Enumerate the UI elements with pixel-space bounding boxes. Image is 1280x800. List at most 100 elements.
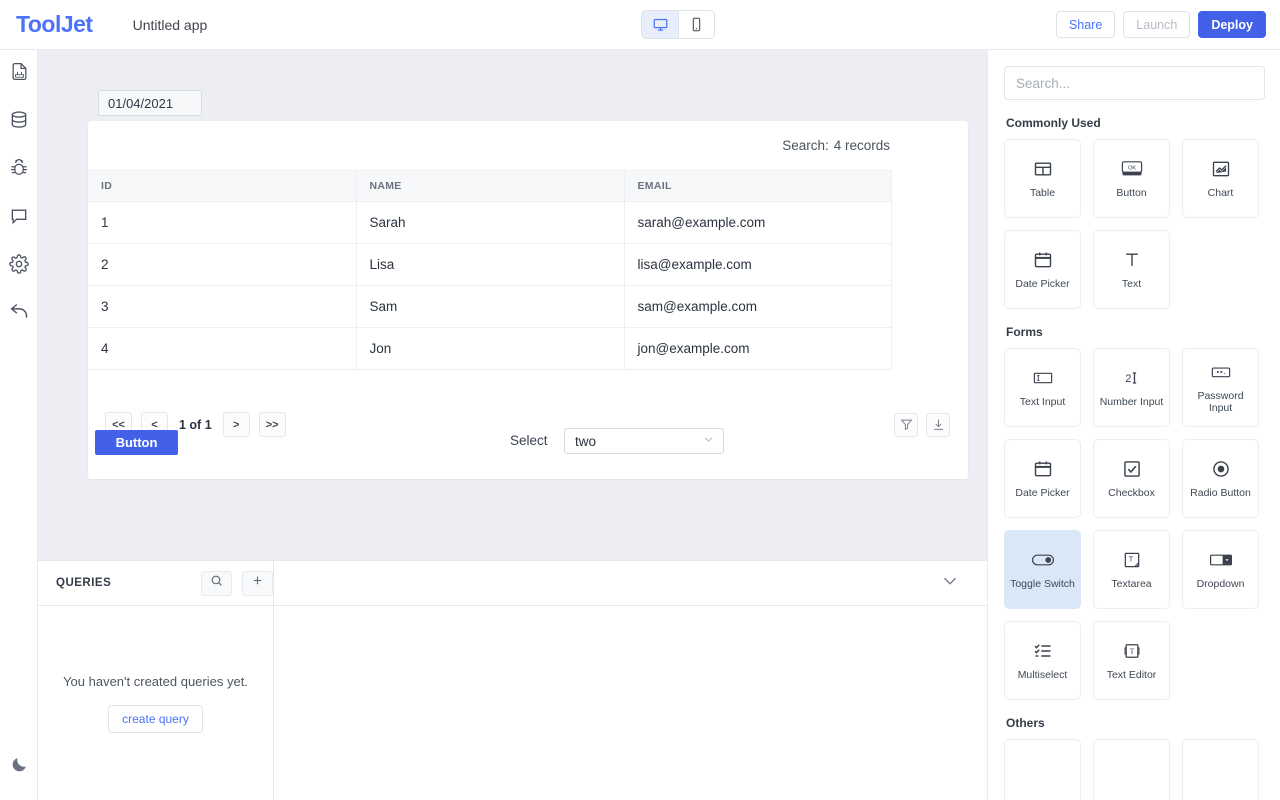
widget-tile-radio-button[interactable]: Radio Button: [1182, 439, 1259, 518]
tooljet-logo: ToolJet: [16, 11, 93, 38]
cell-email: jon@example.com: [624, 328, 891, 370]
table-search-label: Search:: [782, 138, 829, 153]
widget-search-input[interactable]: [1004, 66, 1265, 100]
query-empty-message: You haven't created queries yet.: [63, 674, 248, 689]
widget-tile-label: Text Input: [1020, 396, 1066, 408]
button-widget[interactable]: Button: [95, 430, 178, 455]
sidebar-item-comments[interactable]: [0, 194, 38, 242]
bug-icon: [9, 158, 29, 183]
app-canvas[interactable]: 01/04/2021 Search: 4 records ID NAME EMA…: [38, 50, 987, 560]
app-name-label[interactable]: Untitled app: [133, 17, 208, 33]
pagination-last-button[interactable]: >>: [259, 412, 286, 437]
chevron-down-icon: [702, 433, 715, 449]
sidebar-item-debugger[interactable]: [0, 146, 38, 194]
top-bar: ToolJet Untitled app Share Launch Deploy: [0, 0, 1280, 50]
column-header-id[interactable]: ID: [88, 171, 356, 202]
widget-tile-table[interactable]: Table: [1004, 139, 1081, 218]
widget-tile-date-picker[interactable]: Date Picker: [1004, 230, 1081, 309]
cell-name: Sarah: [356, 202, 624, 244]
widget-tile-label: Text Editor: [1107, 669, 1157, 681]
widget-tile-multiselect[interactable]: Multiselect: [1004, 621, 1081, 700]
top-actions: Share Launch Deploy: [1056, 11, 1266, 38]
comment-icon: [9, 206, 29, 231]
calendar-icon: [1033, 458, 1053, 480]
widget-tile[interactable]: [1004, 739, 1081, 800]
password-input-icon: [1210, 361, 1232, 383]
create-query-button[interactable]: create query: [108, 705, 203, 733]
sidebar-item-settings[interactable]: [0, 242, 38, 290]
text-input-icon: [1032, 367, 1054, 389]
widget-tile-text-editor[interactable]: T Text Editor: [1093, 621, 1170, 700]
desktop-icon[interactable]: [642, 11, 678, 38]
launch-button[interactable]: Launch: [1123, 11, 1190, 38]
undo-arrow-icon: [9, 301, 30, 327]
table-widget[interactable]: Search: 4 records ID NAME EMAIL 1Sarahsa…: [88, 121, 968, 479]
json-file-icon: [10, 62, 29, 86]
add-query-button[interactable]: [242, 571, 273, 596]
widget-tile-text-input[interactable]: Text Input: [1004, 348, 1081, 427]
sidebar-item-datasources[interactable]: [0, 98, 38, 146]
chart-icon: [1211, 158, 1231, 180]
widget-tile-dropdown[interactable]: Dropdown: [1182, 530, 1259, 609]
text-editor-icon: T: [1122, 640, 1142, 662]
widget-tile[interactable]: [1182, 739, 1259, 800]
query-panel: QUERIES: [38, 560, 987, 800]
widget-tile-chart[interactable]: Chart: [1182, 139, 1259, 218]
sidebar-item-undo[interactable]: [0, 290, 38, 338]
query-panel-header: QUERIES: [38, 561, 987, 606]
table-row[interactable]: 4Jonjon@example.com: [88, 328, 891, 370]
ok-button-icon: OK: [1120, 158, 1144, 180]
widget-tile-label: Table: [1030, 187, 1055, 199]
widget-section-title: Commonly Used: [1006, 116, 1264, 130]
sidebar-item-inspector[interactable]: [0, 50, 38, 98]
widget-tile-label: Chart: [1208, 187, 1234, 199]
pagination-page-label: 1 of 1: [179, 418, 212, 432]
cell-name: Jon: [356, 328, 624, 370]
query-panel-header-left: QUERIES: [38, 561, 274, 606]
toggle-switch-icon: [1031, 549, 1055, 571]
widget-tile-button[interactable]: OK Button: [1093, 139, 1170, 218]
deploy-button[interactable]: Deploy: [1198, 11, 1266, 38]
query-search-button[interactable]: [201, 571, 232, 596]
widget-tile-text[interactable]: Text: [1093, 230, 1170, 309]
table-header-row: ID NAME EMAIL: [88, 171, 891, 202]
widget-tile-label: Checkbox: [1108, 487, 1155, 499]
widget-grid: Text Input 2Number InputPassword Input Dat…: [1004, 348, 1264, 700]
widget-panel: Commonly Used Table OK Button Chart Date Pick…: [987, 50, 1280, 800]
mobile-icon[interactable]: [678, 11, 714, 38]
widget-tile-password-input[interactable]: Password Input: [1182, 348, 1259, 427]
table-row[interactable]: 1Sarahsarah@example.com: [88, 202, 891, 244]
textarea-icon: T: [1122, 549, 1142, 571]
table-icon: [1033, 158, 1053, 180]
column-header-name[interactable]: NAME: [356, 171, 624, 202]
dark-mode-toggle[interactable]: [0, 748, 38, 786]
cell-email: sarah@example.com: [624, 202, 891, 244]
filter-funnel-icon[interactable]: [894, 413, 918, 437]
checkbox-icon: [1122, 458, 1142, 480]
widget-tile-toggle-switch[interactable]: Toggle Switch: [1004, 530, 1081, 609]
widget-tile-label: Dropdown: [1197, 578, 1245, 590]
table-row[interactable]: 2Lisalisa@example.com: [88, 244, 891, 286]
date-picker-widget[interactable]: 01/04/2021: [98, 90, 202, 116]
table-row[interactable]: 3Samsam@example.com: [88, 286, 891, 328]
query-editor-area[interactable]: [274, 606, 987, 800]
query-panel-collapse-button[interactable]: [939, 570, 961, 597]
share-button[interactable]: Share: [1056, 11, 1115, 38]
widget-tile-date-picker[interactable]: Date Picker: [1004, 439, 1081, 518]
svg-text:2: 2: [1125, 373, 1131, 385]
widget-tile-number-input[interactable]: 2Number Input: [1093, 348, 1170, 427]
widget-tile-label: Button: [1116, 187, 1146, 199]
widget-tile-label: Radio Button: [1190, 487, 1251, 499]
table-search-bar: Search: 4 records: [88, 121, 968, 170]
widget-tile-label: Textarea: [1111, 578, 1151, 590]
device-preview-toggle[interactable]: [641, 10, 715, 39]
query-list: You haven't created queries yet. create …: [38, 606, 274, 800]
download-icon[interactable]: [926, 413, 950, 437]
select-widget[interactable]: two: [564, 428, 724, 454]
svg-text:T: T: [1129, 647, 1134, 656]
widget-tile[interactable]: [1093, 739, 1170, 800]
widget-tile-textarea[interactable]: T Textarea: [1093, 530, 1170, 609]
widget-tile-checkbox[interactable]: Checkbox: [1093, 439, 1170, 518]
column-header-email[interactable]: EMAIL: [624, 171, 891, 202]
pagination-next-button[interactable]: >: [223, 412, 250, 437]
